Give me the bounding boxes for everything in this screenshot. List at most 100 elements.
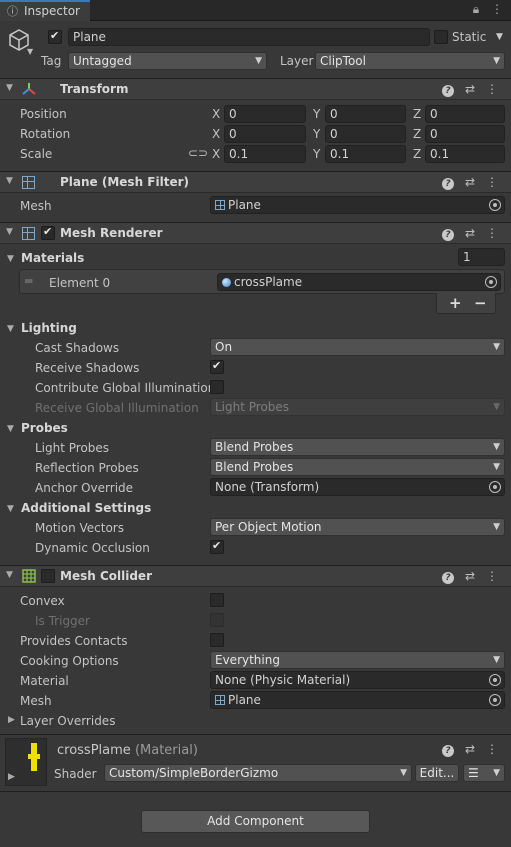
scale-z-axis-label[interactable]: Z [413, 147, 421, 161]
scale-x-axis-label[interactable]: X [212, 147, 220, 161]
object-picker-icon[interactable] [489, 694, 501, 706]
fold-arrow-icon[interactable]: ▼ [6, 176, 13, 186]
additional-settings-label[interactable]: Additional Settings [21, 501, 151, 515]
drag-handle-icon[interactable]: ═ [25, 274, 32, 288]
layer-overrides-fold-icon[interactable]: ▶ [8, 715, 15, 725]
convex-checkbox[interactable] [210, 593, 224, 607]
contribute-gi-checkbox[interactable] [210, 380, 224, 394]
scale-y-axis-label[interactable]: Y [313, 147, 320, 161]
position-x-field[interactable]: 0 [224, 105, 306, 123]
element0-material-field[interactable]: crossPlame [217, 273, 501, 291]
chevron-down-icon: ▼ [493, 522, 500, 532]
rotation-y-field[interactable]: 0 [325, 125, 406, 143]
position-z-axis-label[interactable]: Z [413, 107, 421, 121]
scale-y-field[interactable]: 0.1 [325, 145, 406, 163]
provides-contacts-checkbox[interactable] [210, 633, 224, 647]
shader-options-dropdown[interactable]: ☰ ▼ [463, 764, 505, 782]
help-icon[interactable]: ? [437, 569, 459, 584]
tab-inspector[interactable]: ⓘ Inspector [0, 0, 90, 21]
rotation-x-axis-label[interactable]: X [212, 127, 220, 141]
material-separator [0, 734, 511, 735]
fold-arrow-icon[interactable]: ▼ [6, 83, 13, 93]
preset-icon[interactable]: ⇄ [459, 82, 481, 96]
object-name-field[interactable]: Plane [68, 28, 430, 46]
collider-mesh-field[interactable]: Plane [210, 691, 505, 709]
preset-icon[interactable]: ⇄ [459, 569, 481, 583]
static-toggle[interactable] [434, 30, 448, 44]
help-icon[interactable]: ? [437, 82, 459, 97]
probes-fold-icon[interactable]: ▼ [7, 424, 14, 434]
rotation-z-axis-label[interactable]: Z [413, 127, 421, 141]
preset-icon[interactable]: ⇄ [459, 226, 481, 240]
kebab-menu-icon[interactable]: ⋮ [481, 569, 503, 583]
icon-dropdown-arrow[interactable]: ▼ [27, 47, 33, 56]
scale-z-field[interactable]: 0.1 [425, 145, 505, 163]
mesh-filter-header[interactable]: ▼ Plane (Mesh Filter) ? ⇄ ⋮ [0, 171, 511, 193]
rotation-y-axis-label[interactable]: Y [313, 127, 320, 141]
position-x-axis-label[interactable]: X [212, 107, 220, 121]
kebab-menu-icon[interactable]: ⋮ [481, 742, 503, 756]
help-icon[interactable]: ? [437, 175, 459, 190]
preset-icon[interactable]: ⇄ [459, 175, 481, 189]
materials-label[interactable]: Materials [21, 251, 84, 265]
help-icon[interactable]: ? [437, 226, 459, 241]
dynamic-occlusion-checkbox[interactable] [210, 539, 224, 554]
active-toggle[interactable] [48, 29, 62, 44]
tag-dropdown[interactable]: Untagged ▼ [68, 52, 267, 70]
remove-element-button[interactable]: − [474, 294, 487, 312]
mesh-filter-mesh-field[interactable]: Plane [210, 196, 505, 214]
rotation-x-field[interactable]: 0 [224, 125, 306, 143]
receive-shadows-checkbox[interactable] [210, 359, 224, 374]
kebab-menu-icon[interactable]: ⋮ [481, 226, 503, 240]
mesh-collider-header[interactable]: ▼ Mesh Collider ? ⇄ ⋮ [0, 565, 511, 587]
reflection-probes-dropdown[interactable]: Blend Probes ▼ [210, 458, 505, 476]
materials-fold-icon[interactable]: ▼ [7, 254, 14, 264]
collider-material-value: None (Physic Material) [215, 673, 351, 687]
receive-shadows-label: Receive Shadows [35, 361, 140, 375]
fold-arrow-icon[interactable]: ▼ [6, 227, 13, 237]
additional-settings-fold-icon[interactable]: ▼ [7, 504, 14, 514]
collider-material-field[interactable]: None (Physic Material) [210, 671, 505, 689]
mesh-renderer-enabled-toggle[interactable] [41, 225, 55, 240]
cast-shadows-dropdown[interactable]: On ▼ [210, 338, 505, 356]
shader-edit-button[interactable]: Edit... [415, 764, 459, 782]
preset-icon[interactable]: ⇄ [459, 742, 481, 756]
static-dropdown-arrow[interactable]: ▼ [496, 32, 503, 42]
anchor-override-field[interactable]: None (Transform) [210, 478, 505, 496]
light-probes-dropdown[interactable]: Blend Probes ▼ [210, 438, 505, 456]
transform-header[interactable]: ▼ Transform ? ⇄ ⋮ [0, 78, 511, 100]
object-picker-icon[interactable] [489, 481, 501, 493]
more-menu-icon[interactable]: ⋮ [491, 2, 503, 16]
kebab-menu-icon[interactable]: ⋮ [481, 82, 503, 96]
layer-dropdown[interactable]: ClipTool ▼ [315, 52, 505, 70]
static-label: Static [452, 30, 487, 44]
add-component-button[interactable]: Add Component [141, 810, 370, 833]
probes-label[interactable]: Probes [21, 421, 68, 435]
cooking-options-dropdown[interactable]: Everything ▼ [210, 651, 505, 669]
position-z-field[interactable]: 0 [425, 105, 505, 123]
lock-icon[interactable]: 🔒︎ [473, 2, 479, 16]
add-element-button[interactable]: + [449, 294, 462, 312]
scale-x-field[interactable]: 0.1 [224, 145, 306, 163]
rotation-z-field[interactable]: 0 [425, 125, 505, 143]
mesh-renderer-header[interactable]: ▼ Mesh Renderer ?⇄⋮ [0, 222, 511, 244]
position-y-axis-label[interactable]: Y [313, 107, 320, 121]
link-icon[interactable]: ⊂⊃ [188, 146, 208, 160]
anchor-override-value: None (Transform) [215, 480, 320, 494]
position-y-field[interactable]: 0 [325, 105, 406, 123]
material-fold-icon[interactable]: ▶ [8, 772, 15, 782]
motion-vectors-dropdown[interactable]: Per Object Motion ▼ [210, 518, 505, 536]
mesh-collider-enabled-toggle[interactable] [41, 569, 55, 583]
shader-dropdown[interactable]: Custom/SimpleBorderGizmo ▼ [104, 764, 412, 782]
lighting-label[interactable]: Lighting [21, 321, 77, 335]
object-picker-icon[interactable] [485, 276, 497, 288]
fold-arrow-icon[interactable]: ▼ [6, 570, 13, 580]
cast-shadows-label: Cast Shadows [35, 341, 120, 355]
materials-count-field[interactable]: 1 [458, 248, 505, 266]
help-icon[interactable]: ? [437, 742, 459, 757]
object-picker-icon[interactable] [489, 199, 501, 211]
object-picker-icon[interactable] [489, 674, 501, 686]
layer-overrides-label[interactable]: Layer Overrides [20, 714, 115, 728]
kebab-menu-icon[interactable]: ⋮ [481, 175, 503, 189]
lighting-fold-icon[interactable]: ▼ [7, 324, 14, 334]
